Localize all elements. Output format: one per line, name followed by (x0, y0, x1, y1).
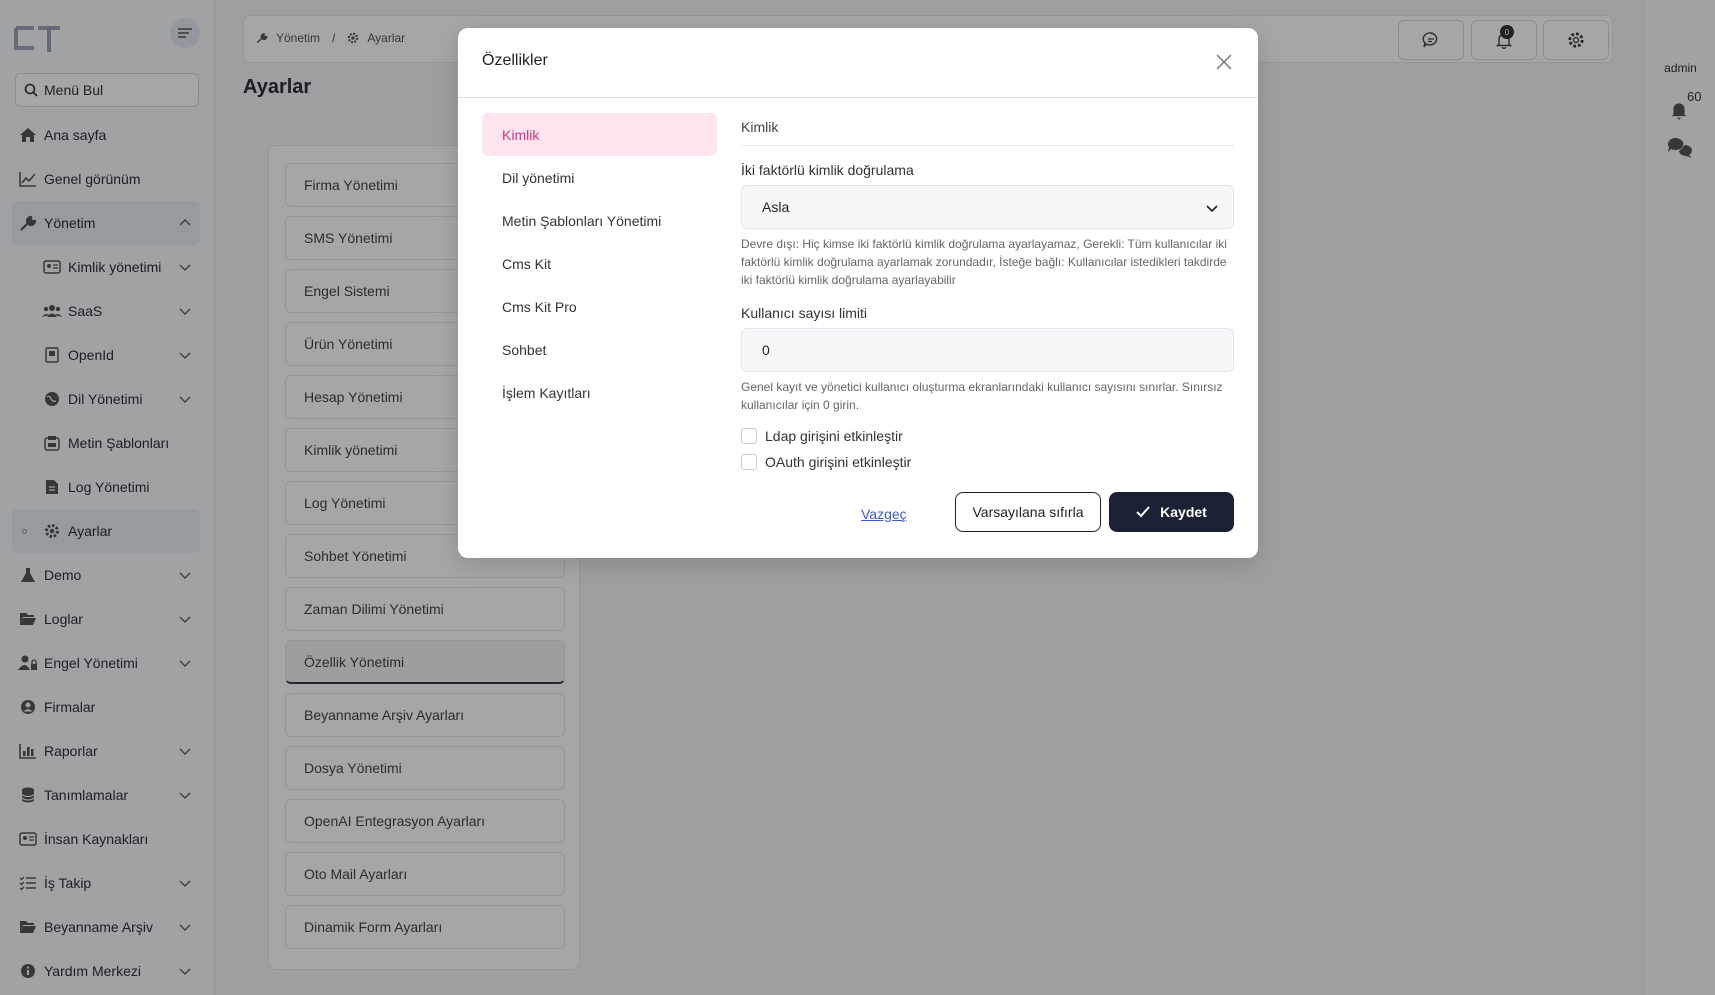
tab-cms-kit[interactable]: Cms Kit (482, 242, 717, 285)
tab-chat[interactable]: Sohbet (482, 328, 717, 371)
two-factor-select[interactable]: Asla (741, 185, 1234, 229)
ldap-login-checkbox[interactable] (741, 428, 757, 444)
modal-tabs: Kimlik Dil yönetimi Metin Şablonları Yön… (482, 113, 717, 414)
two-factor-help: Devre dışı: Hiç kimse iki faktörlü kimli… (741, 237, 1227, 287)
modal-footer: Vazgeç Varsayılana sıfırla Kaydet (458, 492, 1258, 536)
two-factor-value: Asla (762, 199, 790, 215)
modal-header: Özellikler (458, 28, 1258, 98)
tab-language-management[interactable]: Dil yönetimi (482, 156, 717, 199)
user-limit-help: Genel kayıt ve yönetici kullanıcı oluştu… (741, 380, 1223, 412)
oauth-login-label: OAuth girişini etkinleştir (765, 454, 912, 470)
modal-close-button[interactable] (1212, 50, 1236, 74)
features-modal: Özellikler Kimlik Dil yönetimi Metin Şab… (458, 28, 1258, 558)
ldap-login-row[interactable]: Ldap girişini etkinleştir (741, 428, 1234, 444)
tab-text-templates[interactable]: Metin Şablonları Yönetimi (482, 199, 717, 242)
oauth-login-checkbox[interactable] (741, 454, 757, 470)
tab-audit-logs[interactable]: İşlem Kayıtları (482, 371, 717, 414)
reset-defaults-button[interactable]: Varsayılana sıfırla (955, 492, 1101, 532)
check-icon (1136, 506, 1150, 518)
tab-identity[interactable]: Kimlik (482, 113, 717, 156)
user-limit-label: Kullanıcı sayısı limiti (741, 305, 868, 321)
oauth-login-row[interactable]: OAuth girişini etkinleştir (741, 454, 1234, 470)
chevron-down-icon (1206, 205, 1218, 213)
close-icon (1216, 54, 1232, 70)
save-button[interactable]: Kaydet (1109, 492, 1234, 532)
modal-content: Kimlik İki faktörlü kimlik doğrulama Asl… (741, 113, 1234, 470)
section-title: Kimlik (741, 113, 1234, 146)
user-limit-input[interactable]: 0 (741, 328, 1234, 372)
ldap-login-label: Ldap girişini etkinleştir (765, 428, 903, 444)
tab-cms-kit-pro[interactable]: Cms Kit Pro (482, 285, 717, 328)
modal-title: Özellikler (482, 52, 548, 69)
cancel-button[interactable]: Vazgeç (861, 506, 907, 522)
save-label: Kaydet (1160, 504, 1207, 520)
two-factor-label: İki faktörlü kimlik doğrulama (741, 162, 914, 178)
